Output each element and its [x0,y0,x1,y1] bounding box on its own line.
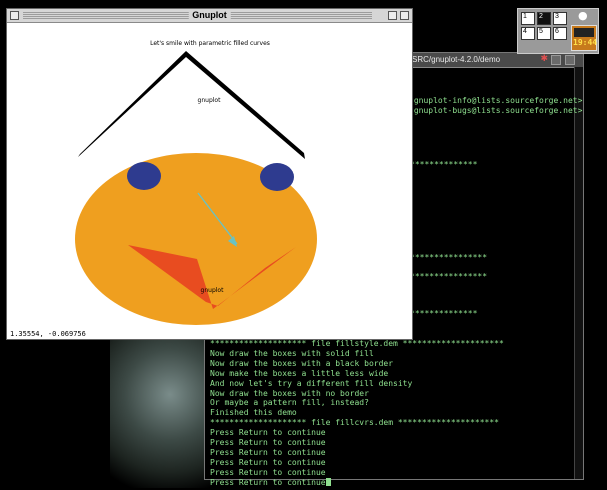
terminal-output-line: ************** [410,160,478,169]
terminal-output-line: Press Return to continue [210,457,326,467]
terminal-output-line: ************** [410,309,478,318]
terminal-output-line: Press Return to continue [210,447,326,457]
terminal-output-line: ******************** file fillstyle.dem … [210,339,504,348]
desktop-3-button[interactable]: 3 [553,12,567,25]
mouth-label: gnuplot [201,287,225,294]
clock-face [574,28,594,37]
gnuplot-close-button[interactable] [10,11,19,20]
terminal-output-line: **************** [410,253,488,262]
terminal-output-line: And now let's try a different fill densi… [210,378,413,388]
hat-label: gnuplot [198,97,222,104]
terminal-output-line: Press Return to continue [210,428,326,438]
plot-canvas[interactable]: Let's smile with parametric filled curve… [7,23,412,327]
clock-time: 19:44 [573,38,598,47]
terminal-output-line: Now draw the boxes with a black border [210,358,394,368]
terminal-output-line: Now draw the boxes with no border [210,388,369,398]
terminal-output-line: Or maybe a pattern fill, instead? [210,398,369,408]
terminal-output-line: Press Return to continue [210,438,326,448]
terminal-output-line: Press Return to continue [210,467,326,477]
desktop-1-button[interactable]: 1 [521,12,535,25]
left-eye [127,162,161,190]
terminal-output-line: (gnuplot-info@lists.sourceforge.net> [409,96,583,105]
terminal-output-line: **************** [410,272,488,281]
terminal-output[interactable]: ******************** file fillstyle.dem … [210,339,504,488]
terminal-output-line: Press Return to continue [210,477,326,487]
desktop-4-button[interactable]: 4 [521,27,535,40]
gnuplot-window[interactable]: Gnuplot Let's smile with parametric fill… [6,8,413,340]
hat-outline [78,51,305,159]
terminal-output-line: (gnuplot-bugs@lists.sourceforge.net> [409,106,583,115]
terminal-output-line: Finished this demo [210,408,297,418]
terminal-output-line: Now draw the boxes with solid fill [210,348,374,358]
plot-title: Let's smile with parametric filled curve… [150,40,270,47]
terminal-output-line: ******************** file fillcvrs.dem *… [210,418,499,428]
desktop-2-button[interactable]: 2 [537,12,551,25]
right-eye [260,163,294,191]
terminal-app-icon: ✱ [540,54,548,64]
mouse-coordinates: 1.35554, -0.069756 [10,330,86,338]
desktop-6-button[interactable]: 6 [553,27,567,40]
terminal-minimize-button[interactable] [551,55,561,65]
terminal-title: SRC/gnuplot-4.2.0/demo [412,55,501,64]
gnuplot-titlebar[interactable]: Gnuplot [7,9,412,23]
penguin-icon: ● [578,9,588,22]
gnuplot-collapse-button[interactable] [400,11,409,20]
gnuplot-title: Gnuplot [188,9,231,22]
clock-widget: 19:44 [571,25,597,51]
terminal-maximize-button[interactable] [565,55,575,65]
terminal-output-line: Now make the boxes a little less wide [210,368,389,378]
terminal-cursor [325,477,331,486]
desktop-5-button[interactable]: 5 [537,27,551,40]
desktop-pager[interactable]: 1 2 3 4 5 6 ● 19:44 [517,8,599,54]
terminal-scrollbar[interactable] [574,67,583,479]
gnuplot-zoom-button[interactable] [388,11,397,20]
